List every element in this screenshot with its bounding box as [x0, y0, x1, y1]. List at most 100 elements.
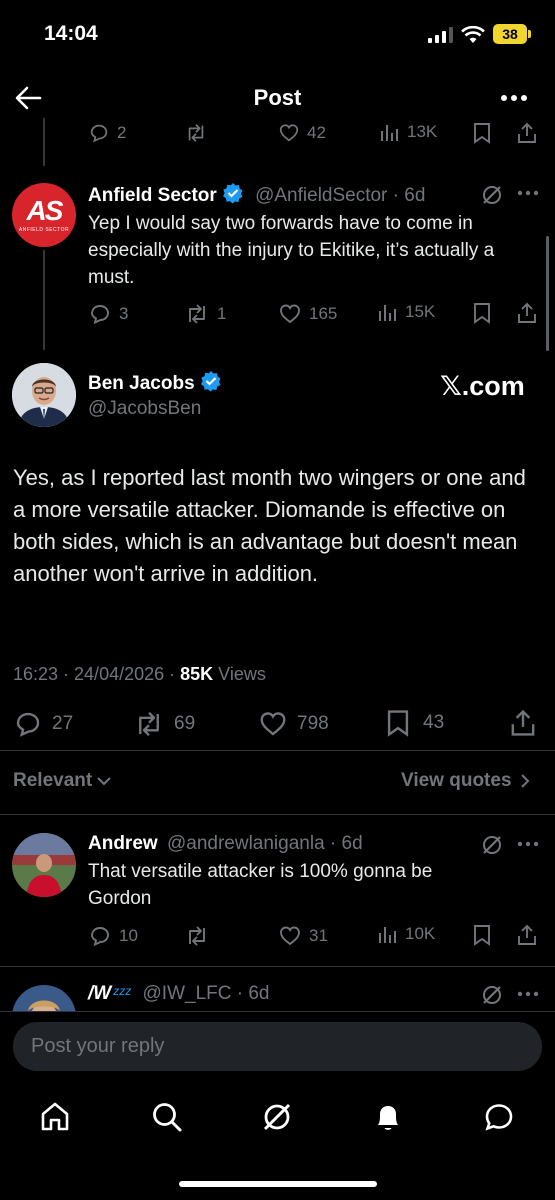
status-bar: 14:04 38: [0, 0, 555, 70]
like-button[interactable]: 31: [278, 924, 328, 948]
views-icon: [379, 305, 396, 321]
share-icon: [518, 302, 536, 323]
name-suffix: zzz: [113, 984, 132, 998]
reply-button[interactable]: 2: [88, 122, 126, 144]
more-horizontal-icon: [517, 190, 539, 196]
avatar[interactable]: [12, 985, 76, 1011]
reply-button[interactable]: 27: [13, 709, 73, 739]
views-icon: [379, 927, 396, 943]
nav-messages[interactable]: [482, 1100, 516, 1134]
nav-grok[interactable]: [260, 1100, 294, 1134]
repost-button[interactable]: 69: [133, 709, 195, 739]
reply-count: 3: [119, 304, 129, 323]
views-button[interactable]: 15K: [378, 302, 435, 322]
bookmark-button[interactable]: [472, 122, 492, 144]
nav-home[interactable]: [38, 1100, 72, 1134]
more-horizontal-icon: [517, 991, 539, 997]
like-button[interactable]: 165: [278, 302, 337, 326]
view-count: 15K: [405, 302, 436, 321]
tweet-meta: 16:23 · 24/04/2026 · 85K Views: [13, 664, 266, 685]
prev-tweet-actions: 2 42 13K: [88, 122, 543, 148]
like-count: 165: [309, 304, 338, 323]
like-count: 31: [309, 926, 328, 945]
sort-dropdown[interactable]: Relevant: [13, 770, 112, 792]
share-button[interactable]: [516, 924, 538, 946]
reply-button[interactable]: 10: [88, 924, 138, 948]
avatar[interactable]: [12, 363, 76, 427]
reply-button[interactable]: 3: [88, 302, 128, 326]
repost-icon: [189, 926, 205, 946]
like-count: 798: [297, 713, 329, 734]
grok-icon[interactable]: [481, 184, 503, 206]
tweet-text: Yep I would say two forwards have to com…: [88, 213, 495, 288]
reply-icon: [16, 712, 40, 737]
repost-icon: [189, 304, 205, 324]
more-horizontal-icon: [501, 95, 527, 101]
wifi-icon: [461, 26, 485, 44]
bookmark-icon: [474, 123, 490, 144]
reply-input[interactable]: Post your reply: [13, 1022, 542, 1071]
message-icon: [485, 1104, 513, 1131]
views-button[interactable]: 10K: [378, 924, 435, 944]
reply-icon: [90, 124, 108, 143]
heart-icon: [279, 124, 299, 142]
bottom-nav: [0, 1080, 555, 1200]
display-name[interactable]: Andrew: [88, 833, 158, 854]
repost-button[interactable]: [184, 924, 210, 948]
bookmark-button[interactable]: [472, 302, 492, 324]
views-label: Views: [213, 664, 266, 684]
tweet-actions: 10 31 10K: [88, 924, 543, 950]
grok-icon[interactable]: [481, 834, 503, 856]
logo-text: AS: [26, 195, 64, 226]
more-options-button[interactable]: [517, 190, 539, 196]
tweet-age: 6d: [248, 983, 270, 1004]
handle: @andrewlaniganla: [166, 833, 325, 854]
like-button[interactable]: 798: [258, 709, 329, 739]
home-icon: [41, 1102, 69, 1131]
views-button[interactable]: 13K: [380, 122, 437, 142]
nav-search[interactable]: [150, 1100, 184, 1134]
share-button[interactable]: [509, 709, 537, 737]
grok-icon[interactable]: [481, 984, 503, 1006]
more-options-button[interactable]: [517, 841, 539, 847]
tweet-header: /W zzz @IW_LFC · 6d: [88, 983, 270, 1005]
share-icon: [518, 924, 536, 945]
nav-notifications[interactable]: [371, 1100, 405, 1134]
avatar[interactable]: AS ANFIELD SECTOR: [12, 183, 76, 247]
view-quotes-link[interactable]: View quotes: [401, 770, 530, 792]
status-time: 14:04: [44, 22, 98, 45]
share-button[interactable]: [516, 302, 538, 324]
battery-indicator: 38: [493, 24, 527, 44]
reply-icon: [91, 305, 109, 325]
page-title: Post: [253, 85, 302, 110]
repost-button[interactable]: 1: [184, 302, 226, 326]
like-button[interactable]: 42: [278, 122, 326, 144]
repost-button[interactable]: [184, 122, 208, 144]
tweet-text: Yes, as I reported last month two winger…: [13, 465, 526, 586]
display-name[interactable]: /W: [88, 983, 111, 1004]
repost-count: 1: [217, 304, 227, 323]
bookmark-button[interactable]: 43: [385, 709, 444, 737]
thread-line: [43, 118, 45, 166]
tweet-author: Ben Jacobs: [88, 370, 222, 395]
share-button[interactable]: [516, 122, 538, 144]
repost-icon: [139, 711, 159, 737]
display-name[interactable]: Ben Jacobs: [88, 373, 195, 394]
chevron-down-icon: [97, 777, 111, 786]
more-options-button[interactable]: [500, 94, 528, 102]
bookmark-count: 43: [423, 712, 445, 733]
avatar[interactable]: [12, 833, 76, 897]
reply-tweet[interactable]: /W zzz @IW_LFC · 6d: [0, 967, 555, 1011]
reply-tweet[interactable]: Andrew @andrewlaniganla · 6d That versat…: [0, 815, 555, 965]
bookmark-icon: [474, 925, 490, 946]
display-name[interactable]: Anfield Sector: [88, 185, 217, 206]
repost-count: 69: [174, 713, 196, 734]
tweet-header: Andrew @andrewlaniganla · 6d: [88, 833, 363, 855]
tweet-actions: 3 1 165 15K: [88, 302, 543, 328]
reply-tweet[interactable]: AS ANFIELD SECTOR Anfield Sector @Anfiel…: [0, 170, 555, 340]
reply-icon: [91, 927, 109, 947]
more-options-button[interactable]: [517, 991, 539, 997]
bookmark-button[interactable]: [472, 924, 492, 946]
handle: @JacobsBen: [88, 398, 202, 419]
heart-icon: [280, 304, 300, 324]
